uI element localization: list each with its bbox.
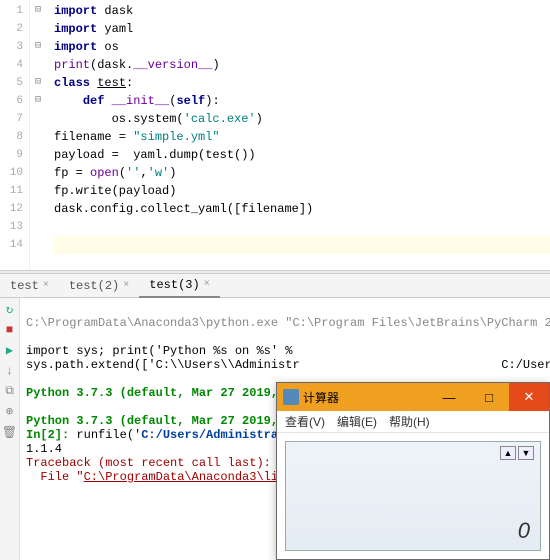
output-value: 1.1.4: [26, 442, 62, 456]
calculator-window[interactable]: 计算器 — □ ✕ 查看(V) 编辑(E) 帮助(H) ▲ ▼ 0: [276, 382, 550, 560]
close-tab-icon[interactable]: ×: [204, 279, 210, 290]
toolbar-button-6[interactable]: 🗑: [2, 425, 17, 440]
console-tabs[interactable]: test×test(2)×test(3)×: [0, 274, 550, 298]
code-editor[interactable]: 1234567891011121314 ⊟⊟⊟⊟ import daskimpo…: [0, 0, 550, 270]
maximize-button[interactable]: □: [469, 383, 509, 411]
traceback-header: Traceback (most recent call last):: [26, 456, 271, 470]
code-line[interactable]: print(dask.__version__): [54, 56, 550, 74]
console-header: C:\ProgramData\Anaconda3\python.exe "C:\…: [26, 316, 550, 330]
close-button[interactable]: ✕: [509, 383, 549, 411]
code-line[interactable]: fp.write(payload): [54, 182, 550, 200]
toolbar-button-0[interactable]: ↻: [6, 302, 13, 317]
code-lines[interactable]: import daskimport yamlimport osprint(das…: [46, 0, 550, 270]
file-path: C:\ProgramData\Anaconda3\lib\s: [84, 470, 300, 484]
calculator-icon: [283, 389, 299, 405]
runfile: runfile(': [76, 428, 141, 442]
menu-edit[interactable]: 编辑(E): [337, 413, 377, 430]
code-line[interactable]: filename = "simple.yml": [54, 128, 550, 146]
console-line: sys.path.extend(['C:\\Users\\Administr: [26, 358, 300, 372]
calculator-title: 计算器: [303, 389, 429, 406]
menu-view[interactable]: 查看(V): [285, 413, 325, 430]
close-tab-icon[interactable]: ×: [123, 280, 129, 291]
spin-buttons[interactable]: ▲ ▼: [500, 446, 534, 460]
code-line[interactable]: import os: [54, 38, 550, 56]
file-label: File ": [26, 470, 84, 484]
toolbar-button-4[interactable]: ⧉: [5, 384, 14, 398]
code-line[interactable]: fp = open('','w'): [54, 164, 550, 182]
calculator-display: ▲ ▼ 0: [285, 441, 541, 551]
toolbar-button-1[interactable]: ■: [6, 323, 13, 337]
line-gutter: 1234567891011121314: [0, 0, 30, 270]
code-line[interactable]: import yaml: [54, 20, 550, 38]
display-value: 0: [518, 518, 530, 544]
spin-down[interactable]: ▼: [518, 446, 534, 460]
fold-column[interactable]: ⊟⊟⊟⊟: [30, 0, 46, 270]
console-toolbar[interactable]: ↻ ■ ▶ ↓ ⧉ ⊕ 🗑: [0, 298, 20, 560]
code-line[interactable]: dask.config.collect_yaml([filename]): [54, 200, 550, 218]
code-line[interactable]: payload = yaml.dump(test()): [54, 146, 550, 164]
tab-test(3)[interactable]: test(3)×: [139, 274, 219, 298]
code-line[interactable]: [54, 236, 550, 254]
toolbar-button-2[interactable]: ▶: [6, 343, 13, 358]
menu-help[interactable]: 帮助(H): [389, 413, 430, 430]
tab-test(2)[interactable]: test(2)×: [59, 275, 139, 297]
console-line: C:/Users/Admi: [494, 358, 550, 372]
calculator-menu[interactable]: 查看(V) 编辑(E) 帮助(H): [277, 411, 549, 433]
minimize-button[interactable]: —: [429, 383, 469, 411]
spin-up[interactable]: ▲: [500, 446, 516, 460]
code-line[interactable]: class test:: [54, 74, 550, 92]
toolbar-button-3[interactable]: ↓: [6, 364, 13, 378]
console-line: import sys; print('Python %s on %s' %: [26, 344, 292, 358]
python-version: Python 3.7.3 (default, Mar 27 2019, 17: [26, 414, 300, 428]
code-line[interactable]: import dask: [54, 2, 550, 20]
code-line[interactable]: os.system('calc.exe'): [54, 110, 550, 128]
code-line[interactable]: def __init__(self):: [54, 92, 550, 110]
calculator-titlebar[interactable]: 计算器 — □ ✕: [277, 383, 549, 411]
python-version: Python 3.7.3 (default, Mar 27 2019, 17: [26, 386, 300, 400]
close-tab-icon[interactable]: ×: [43, 280, 49, 291]
tab-test[interactable]: test×: [0, 275, 59, 297]
code-line[interactable]: [54, 218, 550, 236]
toolbar-button-5[interactable]: ⊕: [6, 404, 13, 419]
in-prompt: In[2]:: [26, 428, 76, 442]
